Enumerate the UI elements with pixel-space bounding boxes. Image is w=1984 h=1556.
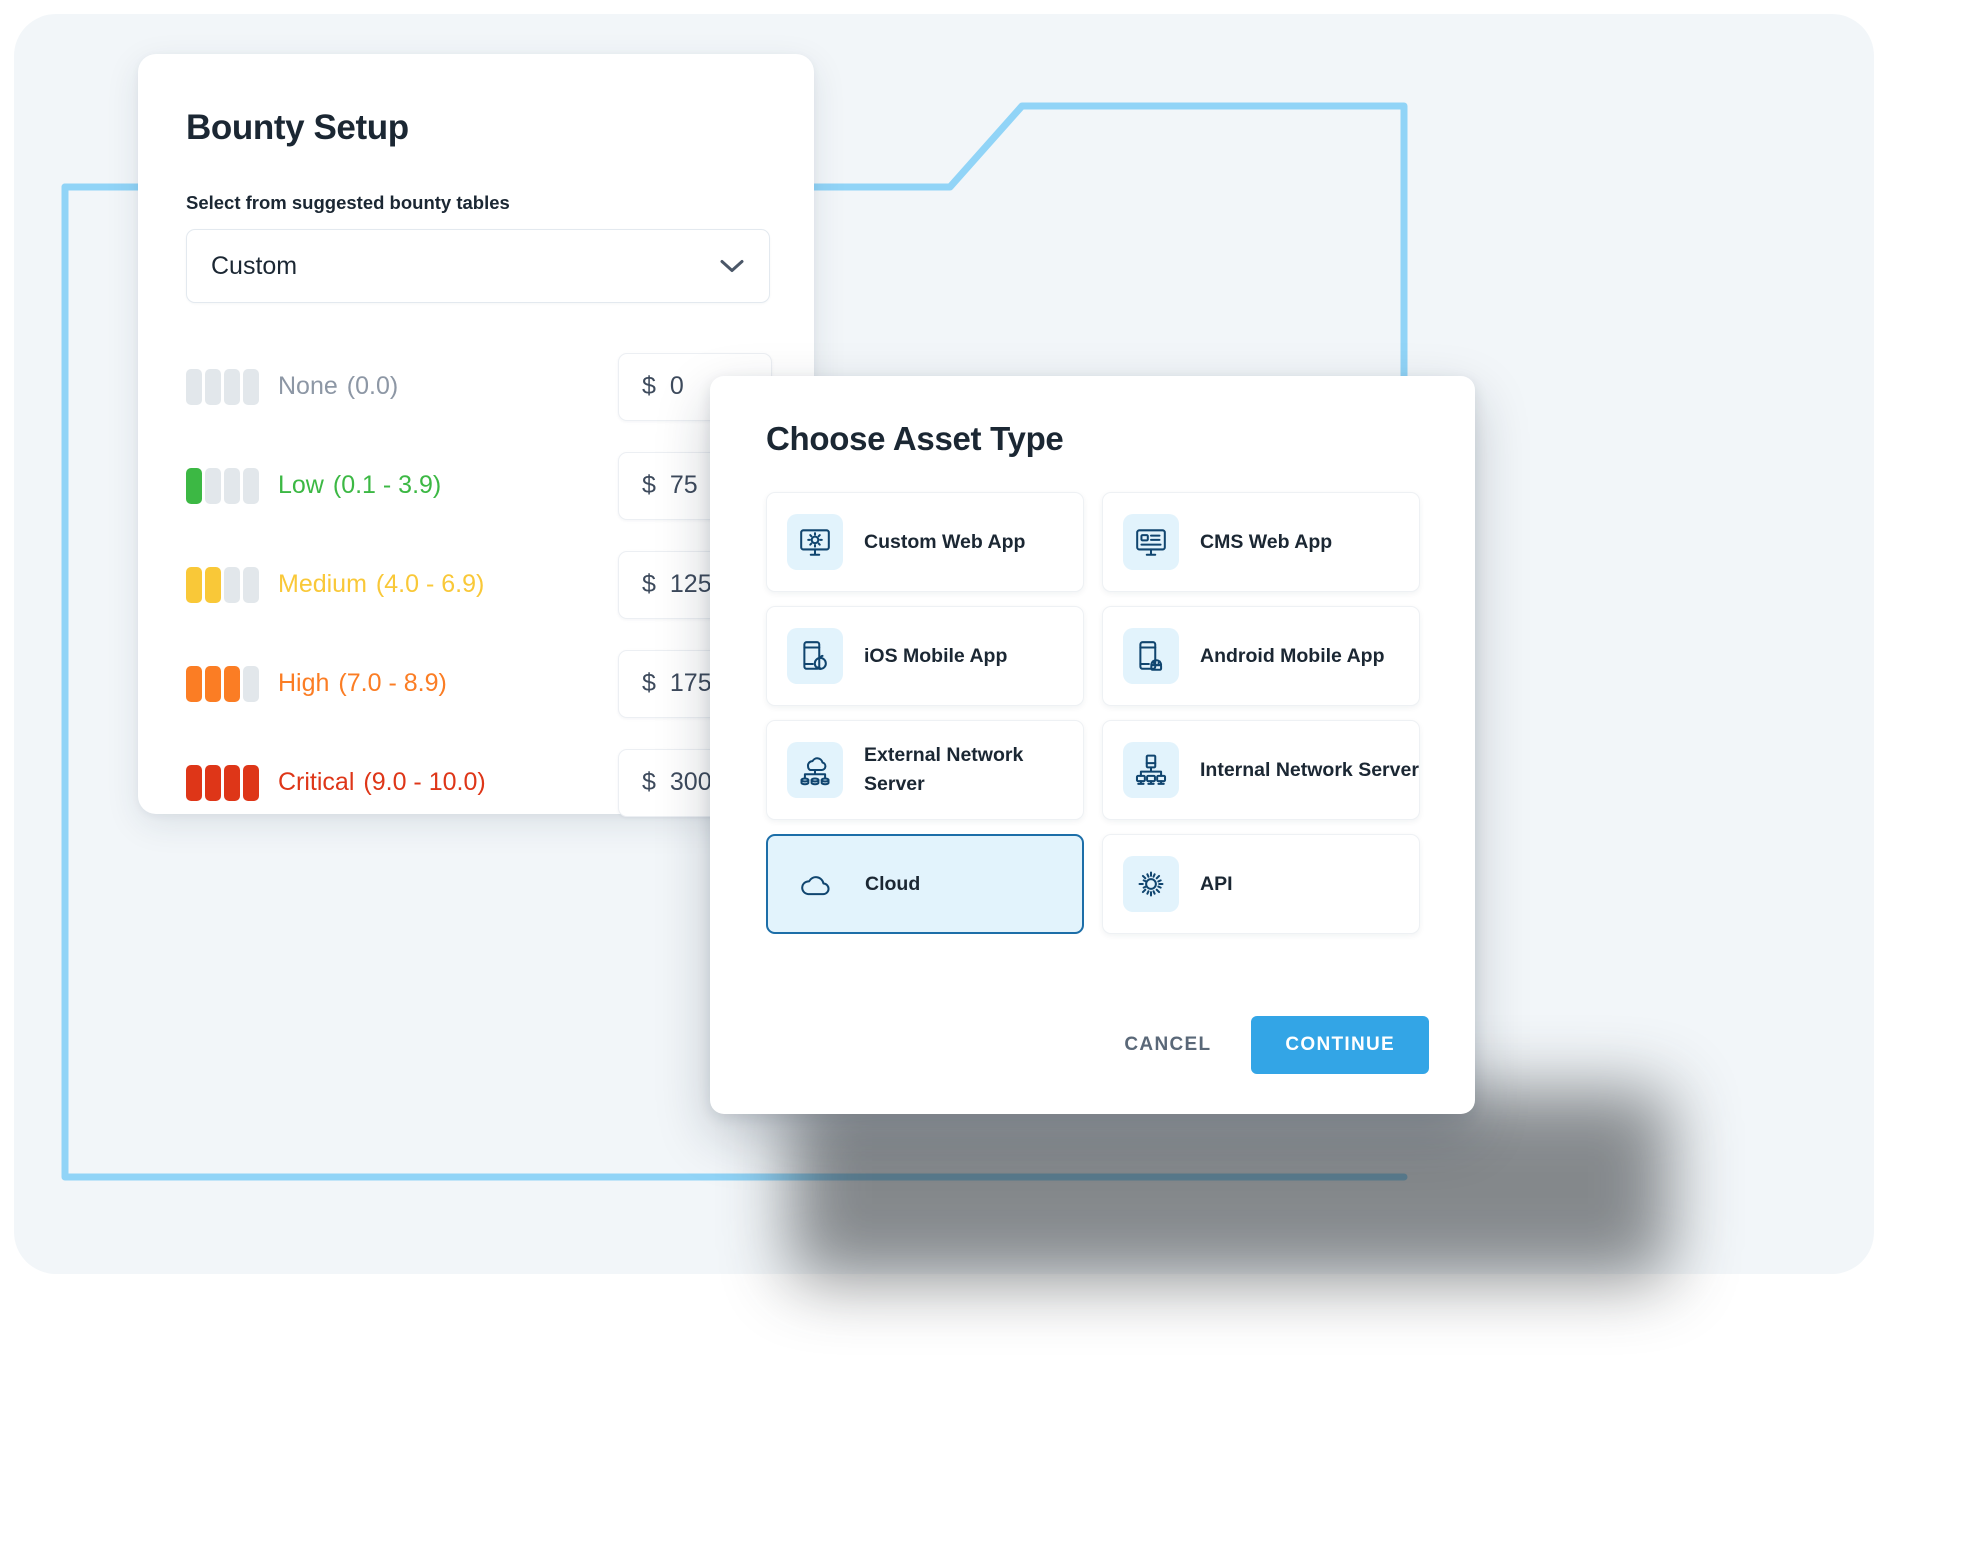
monitor-gear-icon [787,514,843,570]
severity-bar-segment [205,368,221,405]
severity-bar-segment [224,665,240,702]
severity-bar-segment [205,764,221,801]
severity-label-group: Low (0.1 - 3.9) [186,467,618,504]
choose-asset-type-modal: Choose Asset Type Custom Web App CMS Web … [710,376,1475,1114]
bounty-amount-value: 0 [669,372,684,400]
severity-label-group: Medium (4.0 - 6.9) [186,566,618,603]
gear-icon [1123,856,1179,912]
asset-type-label: Custom Web App [864,530,1026,553]
severity-meter-icon [186,467,259,504]
asset-type-label: External Network Server [864,744,1024,795]
severity-name: Medium [278,570,367,598]
asset-type-label: Android Mobile App [1200,644,1385,667]
severity-name: High [278,669,330,697]
severity-bar-segment [224,764,240,801]
currency-symbol: $ [642,669,656,697]
severity-label-group: High (7.0 - 8.9) [186,665,618,702]
severity-bar-segment [186,566,202,603]
asset-type-card[interactable]: iOS Mobile App [766,606,1084,706]
asset-type-label: Internal Network Server [1200,758,1419,781]
asset-type-grid: Custom Web App CMS Web App iOS Mobile App A… [766,492,1429,934]
severity-name: None [278,372,338,400]
asset-type-label: Cloud [865,872,921,895]
severity-bar-segment [243,467,259,504]
severity-bar-segment [224,467,240,504]
bounty-table-selected-value: Custom [211,251,298,280]
page-title: Bounty Setup [186,108,409,147]
bounty-amount-value: 300 [669,768,712,796]
severity-bar-segment [186,665,202,702]
severity-bar-segment [224,368,240,405]
asset-type-label: iOS Mobile App [864,644,1008,667]
severity-label-group: None (0.0) [186,368,618,405]
asset-type-label: API [1200,872,1233,895]
severity-bar-segment [224,566,240,603]
currency-symbol: $ [642,471,656,499]
asset-type-label: CMS Web App [1200,530,1333,553]
severity-bar-segment [243,764,259,801]
currency-symbol: $ [642,768,656,796]
severity-meter-icon [186,665,259,702]
severity-name: Low [278,471,324,499]
severity-range: (7.0 - 8.9) [338,669,447,697]
asset-type-card[interactable]: CMS Web App [1102,492,1420,592]
severity-range: (0.0) [346,372,399,400]
severity-bar-segment [205,566,221,603]
severity-bar-segment [205,665,221,702]
severity-bar-segment [205,467,221,504]
bounty-table-label: Select from suggested bounty tables [186,192,510,213]
severity-bar-segment [243,368,259,405]
severity-meter-icon [186,764,259,801]
asset-type-card[interactable]: External Network Server [766,720,1084,820]
bounty-table-select[interactable]: Custom [186,229,770,303]
modal-drop-shadow [790,1090,1670,1280]
severity-bar-segment [243,665,259,702]
modal-title: Choose Asset Type [766,420,1064,457]
cancel-button[interactable]: CANCEL [1120,1024,1215,1066]
asset-type-card[interactable]: Android Mobile App [1102,606,1420,706]
severity-bar-segment [186,764,202,801]
phone-apple-icon [787,628,843,684]
severity-range: (0.1 - 3.9) [332,471,442,499]
asset-type-card[interactable]: Custom Web App [766,492,1084,592]
severity-label-group: Critical (9.0 - 10.0) [186,764,618,801]
severity-range: (9.0 - 10.0) [363,768,486,796]
server-network-icon [1123,742,1179,798]
modal-footer: CANCEL CONTINUE [1120,1016,1429,1074]
currency-symbol: $ [642,372,656,400]
severity-meter-icon [186,566,259,603]
bounty-amount-value: 75 [669,471,698,499]
phone-android-icon [1123,628,1179,684]
asset-type-card[interactable]: API [1102,834,1420,934]
bounty-amount-value: 175 [669,669,712,697]
asset-type-card[interactable]: Internal Network Server [1102,720,1420,820]
bounty-amount-value: 125 [669,570,712,598]
asset-type-card[interactable]: Cloud [766,834,1084,934]
cloud-network-icon [787,742,843,798]
severity-range: (4.0 - 6.9) [375,570,485,598]
continue-button[interactable]: CONTINUE [1251,1016,1429,1074]
severity-name: Critical [278,768,355,796]
severity-bar-segment [243,566,259,603]
cloud-icon [788,856,844,912]
monitor-content-icon [1123,514,1179,570]
severity-bar-segment [186,368,202,405]
screen-root: Bounty Setup Select from suggested bount… [0,0,1984,1556]
currency-symbol: $ [642,570,656,598]
severity-bar-segment [186,467,202,504]
severity-meter-icon [186,368,259,405]
chevron-down-icon [720,260,744,272]
